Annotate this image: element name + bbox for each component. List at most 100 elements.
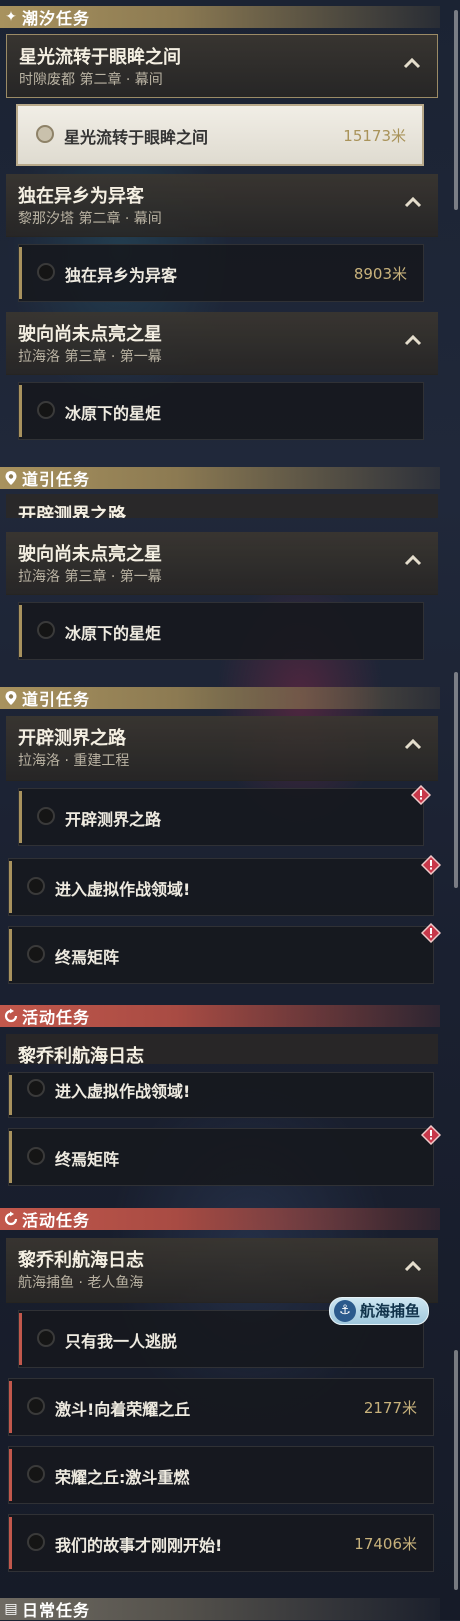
quest-group-title: 驶向尚未点亮之星 [18,544,162,565]
quest-group-title: 独在异乡为异客 [18,186,144,207]
status-circle-icon [37,401,55,419]
row-accent-bar [19,247,22,299]
quest-row-selected[interactable]: 星光流转于眼眸之间 15173米 [16,104,424,166]
chevron-up-icon[interactable] [402,1256,424,1278]
quest-group-title: 驶向尚未点亮之星 [18,324,162,345]
row-accent-bar [19,1313,22,1365]
quest-group-3[interactable]: 驶向尚未点亮之星 拉海洛 第三章 · 第一幕 [6,312,438,375]
quest-row[interactable]: 进入虚拟作战领域! [8,855,441,916]
row-accent-bar [9,1381,12,1433]
refresh-icon [0,1208,22,1230]
quest-label: 冰原下的星炬 [65,624,162,643]
quest-group-subtitle: 航海捕鱼 · 老人鱼海 [18,1275,144,1291]
chevron-up-icon[interactable] [402,550,424,572]
quest-distance: 15173米 [343,127,406,145]
chevron-up-icon[interactable] [402,192,424,214]
row-accent-bar [9,929,12,981]
scrollbar-thumb[interactable] [454,1350,458,1590]
quest-row[interactable]: 冰原下的星炬 [18,382,424,440]
quest-group-5[interactable]: 开辟测界之路 拉海洛 · 重建工程 [6,716,438,781]
quest-row[interactable]: 进入虚拟作战领域! [8,1072,434,1118]
quest-label: 进入虚拟作战领域! [55,880,191,899]
status-circle-icon [37,1329,55,1347]
quest-group-subtitle: 拉海洛 第三章 · 第一幕 [18,569,162,585]
quest-distance: 8903米 [353,265,407,283]
chevron-up-icon[interactable] [401,53,423,75]
section-title: 潮汐任务 [22,9,91,28]
row-accent-bar [19,385,22,437]
badge-label: 航海捕鱼 [359,1302,420,1320]
quest-row[interactable]: 终焉矩阵 [8,923,441,984]
status-circle-icon [27,1465,45,1483]
status-circle-icon [27,1079,45,1097]
status-circle-icon [37,621,55,639]
quest-group-title: 星光流转于眼眸之间 [19,47,181,68]
section-header-event: 活动任务 [0,1005,440,1027]
list-icon: ▤ [4,1601,18,1617]
quest-label: 激斗!向着荣耀之丘 [55,1400,191,1419]
section-title: 日常任务 [22,1601,91,1620]
section-title: 道引任务 [22,470,91,489]
row-accent-bar [19,791,22,843]
quest-label: 独在异乡为异客 [65,266,178,285]
section-header-guide: 道引任务 [0,467,440,489]
quest-distance: 17406米 [354,1535,417,1553]
quest-group-4[interactable]: 驶向尚未点亮之星 拉海洛 第三章 · 第一幕 [6,532,438,595]
quest-group-partial[interactable]: 黎乔利航海日志 [6,1034,438,1064]
quest-row[interactable]: 只有我一人逃脱 ⚓ 航海捕鱼 [18,1297,429,1368]
status-circle-icon [27,1397,45,1415]
refresh-icon [0,1005,22,1027]
quest-label: 冰原下的星炬 [65,404,162,423]
status-circle-icon [27,1147,45,1165]
quest-row[interactable]: 荣耀之丘:激斗重燃 [8,1446,434,1504]
anchor-icon: ⚓ [333,1300,356,1322]
row-accent-bar [9,1131,12,1183]
status-circle-icon [36,125,54,143]
quest-group-title: 开辟测界之路 [18,728,126,749]
chevron-up-icon[interactable] [402,734,424,756]
quest-group-subtitle: 拉海洛 第三章 · 第一幕 [18,349,162,365]
status-circle-icon [37,263,55,281]
sparkle-icon: ✦ [5,9,17,25]
quest-row[interactable]: 激斗!向着荣耀之丘 2177米 [8,1378,434,1436]
row-accent-bar [9,1075,12,1115]
scrollbar-thumb[interactable] [454,10,458,210]
quest-label: 终焉矩阵 [55,1150,120,1169]
quest-group-partial[interactable]: 开辟测界之路 [6,494,438,518]
section-title: 活动任务 [22,1211,91,1230]
quest-row[interactable]: 终焉矩阵 [8,1125,441,1186]
scrollbar-thumb[interactable] [454,672,458,888]
quest-group-2[interactable]: 独在异乡为异客 黎那汐塔 第二章 · 幕间 [6,174,438,237]
quest-group-subtitle: 黎那汐塔 第二章 · 幕间 [18,211,162,227]
quest-row[interactable]: 独在异乡为异客 8903米 [18,244,424,302]
chevron-up-icon[interactable] [402,330,424,352]
status-circle-icon [37,807,55,825]
quest-label: 进入虚拟作战领域! [55,1082,191,1101]
status-circle-icon [27,877,45,895]
warning-diamond-icon [421,855,441,875]
section-title: 活动任务 [22,1008,91,1027]
quest-group-title: 黎乔利航海日志 [18,1250,144,1271]
status-circle-icon [27,1533,45,1551]
quest-group-subtitle: 时隙废都 第二章 · 幕间 [19,72,163,88]
quest-row[interactable]: 开辟测界之路 [18,785,431,846]
quest-label: 终焉矩阵 [55,948,120,967]
quest-group-title: 黎乔利航海日志 [18,1046,144,1064]
quest-group-1[interactable]: 星光流转于眼眸之间 时隙废都 第二章 · 幕间 [6,34,438,98]
quest-row[interactable]: 我们的故事才刚刚开始! 17406米 [8,1514,434,1572]
quest-label: 开辟测界之路 [65,810,162,829]
quest-group-title: 开辟测界之路 [18,505,126,518]
section-header-tide: ✦ 潮汐任务 [0,6,440,28]
quest-row[interactable]: 冰原下的星炬 [18,602,424,660]
section-title: 道引任务 [22,690,91,709]
warning-diamond-icon [421,923,441,943]
quest-label: 我们的故事才刚刚开始! [55,1536,223,1555]
row-accent-bar [9,1449,12,1501]
row-accent-bar [9,861,12,913]
quest-label: 星光流转于眼眸之间 [64,128,209,147]
quest-group-6[interactable]: 黎乔利航海日志 航海捕鱼 · 老人鱼海 [6,1238,438,1303]
section-header-event: 活动任务 [0,1208,440,1230]
section-header-daily: ▤ 日常任务 [0,1598,440,1620]
quest-group-subtitle: 拉海洛 · 重建工程 [18,753,130,769]
row-accent-bar [9,1517,12,1569]
